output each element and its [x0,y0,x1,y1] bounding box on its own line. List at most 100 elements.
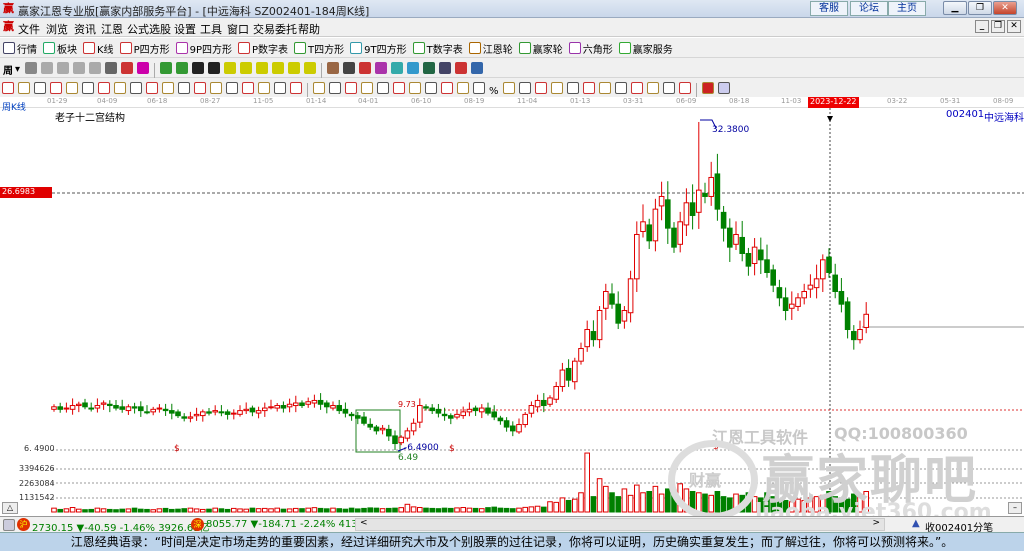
toolbar-button-t-square[interactable]: T四方形 [294,39,344,57]
zigzag-icon[interactable] [441,79,453,97]
arc-icon[interactable] [82,79,94,97]
star-icon[interactable] [194,79,206,97]
rect-icon[interactable] [313,79,325,97]
toolbar-button-dollar[interactable]: 赢家服务 [618,39,673,57]
fib-icon[interactable] [66,79,78,97]
minimize-button[interactable]: ▁ [943,1,967,15]
toolbar-button-t-number-table[interactable]: T数字表 [412,39,463,57]
calendar-icon[interactable] [407,59,420,77]
slope5-icon[interactable] [678,79,691,97]
yinyang-icon[interactable] [701,79,714,97]
toolbar-button-gann-wheel[interactable]: 江恩轮 [468,39,513,57]
gann-fan-icon[interactable] [34,79,46,97]
box-icon[interactable] [210,79,222,97]
circle-icon[interactable] [114,79,126,97]
prev-icon[interactable] [192,59,205,77]
pattern-icon[interactable] [41,59,54,77]
last-icon[interactable] [176,59,189,77]
mdi-restore-button[interactable]: ❐ [991,20,1005,33]
shenzhen-index[interactable]: 8055.77 ▼-184.71 -2.24% 4130.26 [206,519,380,530]
first-icon[interactable] [160,59,173,77]
chart-b-icon[interactable] [89,59,102,77]
gold-lines-icon[interactable] [534,79,547,97]
menu-item[interactable]: 帮助 [298,21,320,37]
scroll-right-icon[interactable]: > [872,518,880,528]
menu-item[interactable]: 资讯 [74,21,96,37]
move-3-icon[interactable] [256,59,269,77]
chart-a-icon[interactable] [73,59,86,77]
fan-red-icon[interactable] [329,79,341,97]
close-button[interactable]: ✕ [993,1,1017,15]
mdi-close-button[interactable]: ✕ [1007,20,1021,33]
angle-icon[interactable] [162,79,174,97]
save-icon[interactable] [455,59,468,77]
toolbar-button-sector[interactable]: 板块 [43,39,77,57]
percent-fan-icon[interactable] [473,79,485,97]
slope2-icon[interactable] [630,79,643,97]
homepage-button[interactable]: 主页 [888,1,926,16]
toolbar-button-hexagon[interactable]: 六角形 [568,39,613,57]
crosshair-icon[interactable] [343,59,356,77]
horizontal-scrollbar[interactable]: < > [355,518,885,531]
globe-icon[interactable] [391,59,404,77]
menu-item[interactable]: 文件 [18,21,40,37]
mdi-minimize-button[interactable]: _ [975,20,989,33]
diamond-icon[interactable] [345,79,357,97]
grid3-icon[interactable] [425,79,437,97]
toolbar-button-9t-square[interactable]: 9T四方形 [350,39,407,57]
grid-icon[interactable] [274,79,286,97]
n2-icon[interactable] [146,79,158,97]
toolbar-button-p-number-table[interactable]: P数字表 [238,39,288,57]
red-bars2-icon[interactable] [258,79,270,97]
move-1-icon[interactable] [224,59,237,77]
menu-item[interactable]: 窗口 [227,21,249,37]
move-5-icon[interactable] [288,59,301,77]
gold-icon[interactable] [582,79,595,97]
slope3-icon[interactable] [646,79,659,97]
move-4-icon[interactable] [272,59,285,77]
menu-item[interactable]: 交易委托 [253,21,297,37]
truck-icon[interactable] [471,59,484,77]
flag-icon[interactable] [566,79,579,97]
toolbar-button-p-square[interactable]: P四方形 [119,39,170,57]
color-icon[interactable] [137,59,150,77]
toolbar-button-winner-wheel[interactable]: 赢家轮 [518,39,563,57]
toolbar-button-kline[interactable]: K线 [83,39,114,57]
slope-icon[interactable] [598,79,611,97]
target-icon[interactable] [178,79,190,97]
pen2-icon[interactable] [98,79,110,97]
tick-icon[interactable] [226,79,238,97]
infinity-icon[interactable] [717,79,730,97]
kline-chart[interactable]: 老子十二宫结构 002401 中远海科 26.6983 32.3800 9.73… [0,108,1024,525]
slope4-icon[interactable] [662,79,675,97]
expand-button[interactable]: △ [2,502,18,514]
square-red-icon[interactable] [361,79,373,97]
pen-icon[interactable] [2,79,14,97]
grid-lines-icon[interactable] [130,79,142,97]
cursor-dropdown-icon[interactable] [105,59,118,77]
menu-item[interactable]: 浏览 [46,21,68,37]
span-icon[interactable] [290,79,302,97]
collapse-button[interactable]: – [1008,502,1022,514]
percent-lines-icon[interactable] [502,79,515,97]
menu-item[interactable]: 公式选股 [127,21,171,37]
f-slope-icon[interactable] [614,79,627,97]
toolbar-button-9p-square[interactable]: 9P四方形 [175,39,232,57]
next-icon[interactable] [208,59,221,77]
lines-icon[interactable] [18,79,30,97]
period-dropdown-icon[interactable] [25,59,38,77]
doc-icon[interactable] [57,59,70,77]
angles-icon[interactable] [377,79,389,97]
period-select[interactable]: 周 ▾ [3,61,20,79]
move-2-icon[interactable] [240,59,253,77]
toolbar-button-quote-table[interactable]: 行情 [3,39,37,57]
bars-icon[interactable] [457,79,469,97]
v-icon[interactable] [393,79,405,97]
gann-fan2-icon[interactable] [50,79,62,97]
calculator-icon[interactable] [423,59,436,77]
customer-service-button[interactable]: 客服 [810,1,848,16]
menu-item[interactable]: 设置 [174,21,196,37]
quote-table-icon[interactable] [3,519,15,531]
menu-item[interactable]: 工具 [200,21,222,37]
restore-button[interactable]: ❐ [968,1,992,15]
